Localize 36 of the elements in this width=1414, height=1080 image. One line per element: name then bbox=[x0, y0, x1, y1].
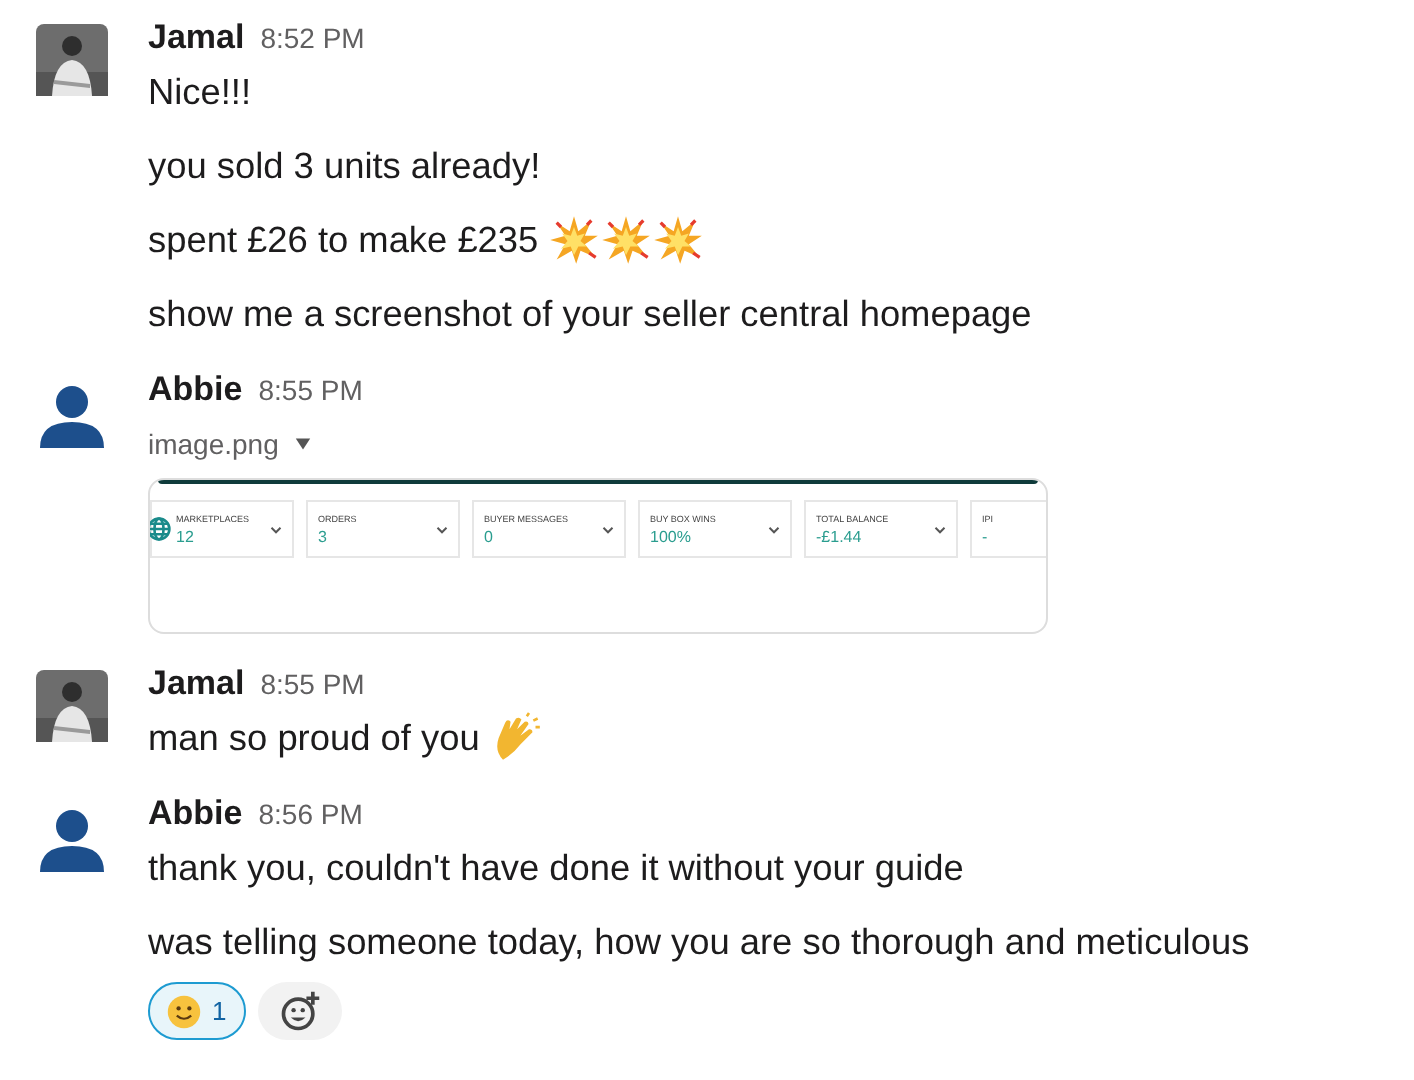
message-text: you sold 3 units already! bbox=[148, 144, 541, 190]
add-reaction-button[interactable] bbox=[258, 982, 343, 1040]
timestamp[interactable]: 8:52 PM bbox=[260, 22, 365, 54]
file-name[interactable]: image.png bbox=[148, 428, 279, 460]
message-text: spent £26 to make £235 bbox=[148, 218, 539, 264]
message-text: thank you, couldn't have done it without your guide bbox=[148, 846, 964, 892]
author-name[interactable]: Jamal bbox=[148, 664, 245, 704]
metric-value: 3 bbox=[318, 527, 329, 547]
timestamp[interactable]: 8:55 PM bbox=[258, 374, 363, 406]
chevron-icon bbox=[602, 525, 614, 533]
metric-value: 100% bbox=[650, 527, 693, 547]
smiley-icon bbox=[166, 993, 202, 1029]
author-name[interactable]: Jamal bbox=[148, 18, 245, 58]
metric-value: -£1.44 bbox=[816, 527, 864, 547]
message-text: man so proud of you bbox=[148, 716, 480, 762]
add-emoji-icon bbox=[278, 989, 323, 1033]
message-text: was telling someone today, how you are so thorough and meticulous bbox=[148, 920, 1250, 966]
message-text: Nice!!! bbox=[148, 70, 252, 116]
chevron-icon bbox=[270, 525, 282, 533]
metric-value: - bbox=[982, 527, 990, 547]
collision-icon bbox=[600, 214, 653, 266]
message-text: show me a screenshot of your seller central homepage bbox=[148, 292, 1032, 338]
author-name[interactable]: Abbie bbox=[148, 370, 243, 410]
timestamp[interactable]: 8:55 PM bbox=[260, 668, 365, 700]
author-name[interactable]: Abbie bbox=[148, 794, 243, 834]
reaction-button[interactable]: 1 bbox=[148, 982, 247, 1040]
chevron-icon bbox=[768, 525, 780, 533]
chevron-icon bbox=[436, 525, 448, 533]
caret-icon[interactable] bbox=[294, 438, 313, 450]
collision-icon bbox=[652, 214, 705, 266]
collision-icon bbox=[548, 214, 601, 266]
globe-icon bbox=[150, 516, 172, 542]
metric-value: 12 bbox=[176, 527, 196, 547]
chevron-icon bbox=[934, 525, 946, 533]
timestamp[interactable]: 8:56 PM bbox=[258, 798, 363, 830]
metric-value: 0 bbox=[484, 527, 495, 547]
